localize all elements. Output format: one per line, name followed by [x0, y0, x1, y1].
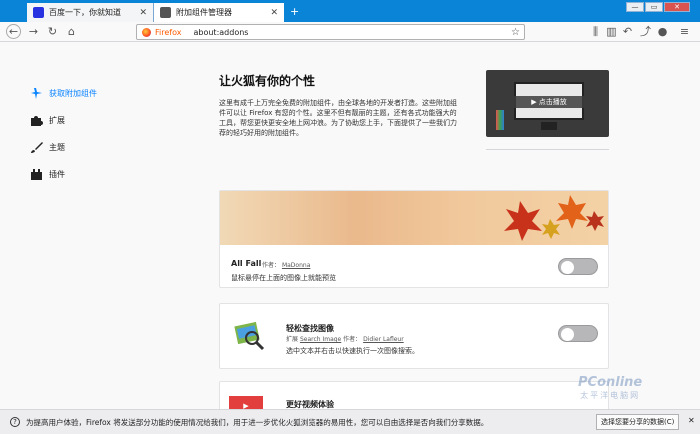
autumn-leaves-graphic [504, 195, 604, 241]
sidebar-item-get-addons[interactable]: 获取附加组件 [30, 87, 97, 100]
addon-title: 轻松查找图像 [286, 324, 334, 333]
plugin-icon [30, 168, 43, 181]
sparkle-icon [30, 87, 43, 100]
search-image-icon [232, 318, 266, 352]
navigation-toolbar: ← → ↻ ⌂ Firefox about:addons ☆ ⫼ ▥ ↶ ⤴ ●… [0, 22, 700, 42]
close-notification-icon[interactable]: ✕ [688, 416, 695, 425]
author-line: 作者： MaDonna [262, 260, 310, 269]
brush-icon [30, 141, 43, 154]
url-text[interactable]: about:addons [193, 28, 248, 37]
forward-icon[interactable]: → [26, 24, 41, 39]
extension-name-link[interactable]: Search Image [300, 336, 341, 343]
play-overlay[interactable]: ▶ 点击播放 [514, 96, 584, 108]
author-link[interactable]: Didier Lafleur [363, 336, 404, 343]
sidebar-item-label: 获取附加组件 [49, 89, 97, 98]
addon-description: 选中文本并右击以快速执行一次图像搜索。 [286, 347, 419, 355]
library-icon[interactable]: ⫼ [588, 24, 603, 39]
tab-baidu[interactable]: 百度一下，你就知道 ✕ [27, 3, 154, 22]
monitor-stand [541, 122, 557, 130]
extension-card[interactable]: 轻松查找图像 扩展 Search Image 作者： Didier Lafleu… [219, 303, 609, 369]
puzzle-icon [30, 114, 43, 127]
page-title: 让火狐有你的个性 [219, 74, 316, 88]
baidu-favicon-icon [33, 7, 44, 18]
maximize-button[interactable]: ▭ [645, 2, 663, 12]
watermark-subtitle: 太平洋电脑网 [580, 391, 641, 400]
sidebar-item-label: 插件 [49, 170, 65, 179]
undo-icon[interactable]: ↶ [620, 24, 635, 39]
help-icon: ? [10, 417, 20, 427]
theme-card[interactable]: All Fall 作者： MaDonna 鼠标悬停在上面的图像上就能预览 [219, 190, 609, 288]
watermark-brand: PConline [578, 375, 643, 390]
firefox-logo-icon [142, 27, 151, 37]
sidebar-item-extensions[interactable]: 扩展 [30, 114, 65, 127]
install-toggle[interactable] [558, 325, 598, 342]
addon-title: All Fall [231, 259, 262, 268]
reload-icon[interactable]: ↻ [45, 24, 60, 39]
tab-label: 附加组件管理器 [176, 8, 232, 17]
install-toggle[interactable] [558, 258, 598, 275]
intro-text: 这里有成千上万完全免费的附加组件，由全球各地的开发者打造。这些附加组件可以让 F… [219, 99, 457, 137]
puzzle-icon [160, 7, 171, 18]
identity-label: Firefox [155, 27, 182, 37]
new-tab-button[interactable]: + [290, 5, 299, 18]
url-bar[interactable]: Firefox about:addons ☆ [136, 24, 525, 40]
back-icon[interactable]: ← [6, 24, 21, 39]
sidebar-item-label: 扩展 [49, 116, 65, 125]
close-window-button[interactable]: ✕ [664, 2, 690, 12]
theme-preview-image[interactable] [220, 191, 608, 245]
sidebar-item-label: 主题 [49, 143, 65, 152]
author-prefix: 作者： [262, 262, 281, 269]
sidebar-item-themes[interactable]: 主题 [30, 141, 65, 154]
bookmark-star-icon[interactable]: ☆ [511, 27, 520, 38]
author-prefix: 作者： [343, 336, 362, 343]
chat-icon[interactable]: ● [655, 24, 670, 39]
author-line: 扩展 Search Image 作者： Didier Lafleur [286, 334, 404, 343]
play-label: ▶ 点击播放 [531, 98, 567, 106]
data-sharing-notification: ? 为提高用户体验，Firefox 将发送部分功能的使用情况给我们，用于进一步优… [0, 409, 700, 434]
notification-text: 为提高用户体验，Firefox 将发送部分功能的使用情况给我们，用于进一步优化火… [26, 417, 489, 427]
intro-video-thumbnail[interactable]: ▶ 点击播放 [486, 70, 609, 137]
sidebar-icon[interactable]: ▥ [604, 24, 619, 39]
divider [486, 149, 609, 150]
pencil-cup-graphic [496, 110, 504, 130]
tab-addons[interactable]: 附加组件管理器 ✕ [154, 3, 284, 22]
watermark: PConline 太平洋电脑网 [578, 375, 642, 401]
close-tab-icon[interactable]: ✕ [270, 8, 278, 18]
share-data-button[interactable]: 选择您要分享的数据(C) [596, 414, 680, 430]
screenshot-icon[interactable]: ⤴ [638, 24, 653, 39]
addon-description: 鼠标悬停在上面的图像上就能预览 [231, 274, 336, 282]
home-icon[interactable]: ⌂ [64, 24, 79, 39]
author-link[interactable]: MaDonna [282, 262, 310, 269]
tab-label: 百度一下，你就知道 [49, 8, 121, 17]
minimize-button[interactable]: — [626, 2, 644, 12]
menu-icon[interactable]: ≡ [677, 24, 692, 39]
sidebar-item-plugins[interactable]: 插件 [30, 168, 65, 181]
extension-type: 扩展 [286, 336, 299, 343]
close-tab-icon[interactable]: ✕ [139, 8, 147, 18]
